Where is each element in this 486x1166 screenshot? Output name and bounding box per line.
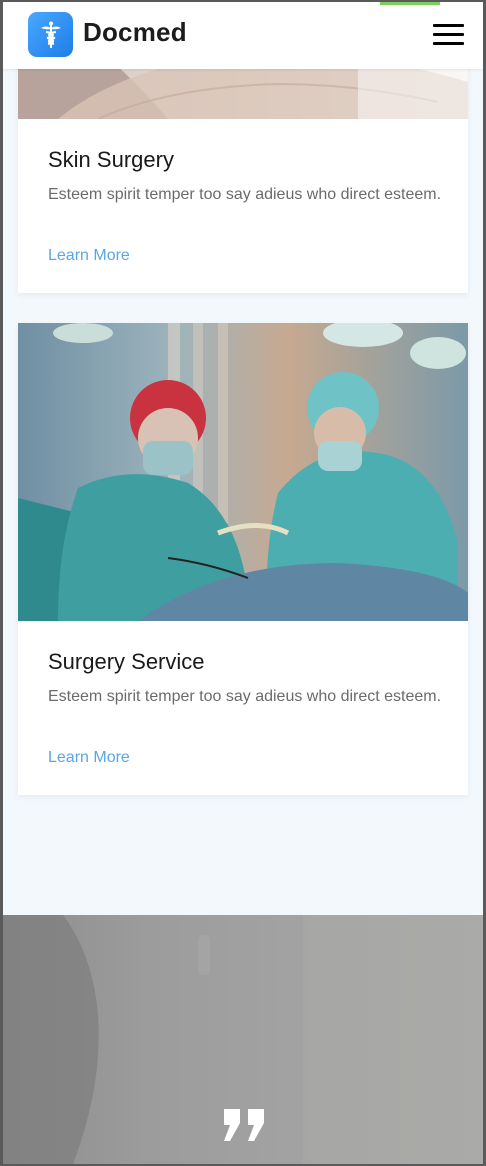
nav-accent-bar — [380, 2, 440, 5]
surgery-service-image — [18, 323, 468, 621]
top-navbar: Docmed — [3, 2, 483, 69]
brand-name[interactable]: Docmed — [83, 17, 187, 48]
learn-more-link[interactable]: Learn More — [48, 749, 130, 767]
hamburger-menu-icon[interactable] — [433, 24, 465, 46]
learn-more-link[interactable]: Learn More — [48, 247, 130, 265]
card-title: Surgery Service — [48, 649, 205, 674]
card-description: Esteem spirit temper too say adieus who … — [48, 186, 442, 203]
service-card-surgery-service: Surgery Service Esteem spirit temper too… — [18, 323, 468, 795]
testimonial-section — [3, 915, 483, 1164]
page-frame: Docmed Skin Surgery Esteem spirit temper… — [3, 2, 483, 1164]
brand-logo[interactable] — [28, 12, 73, 57]
caduceus-icon — [40, 21, 61, 48]
card-title: Skin Surgery — [48, 147, 174, 172]
card-description: Esteem spirit temper too say adieus who … — [48, 688, 442, 705]
quote-icon — [224, 1109, 264, 1141]
